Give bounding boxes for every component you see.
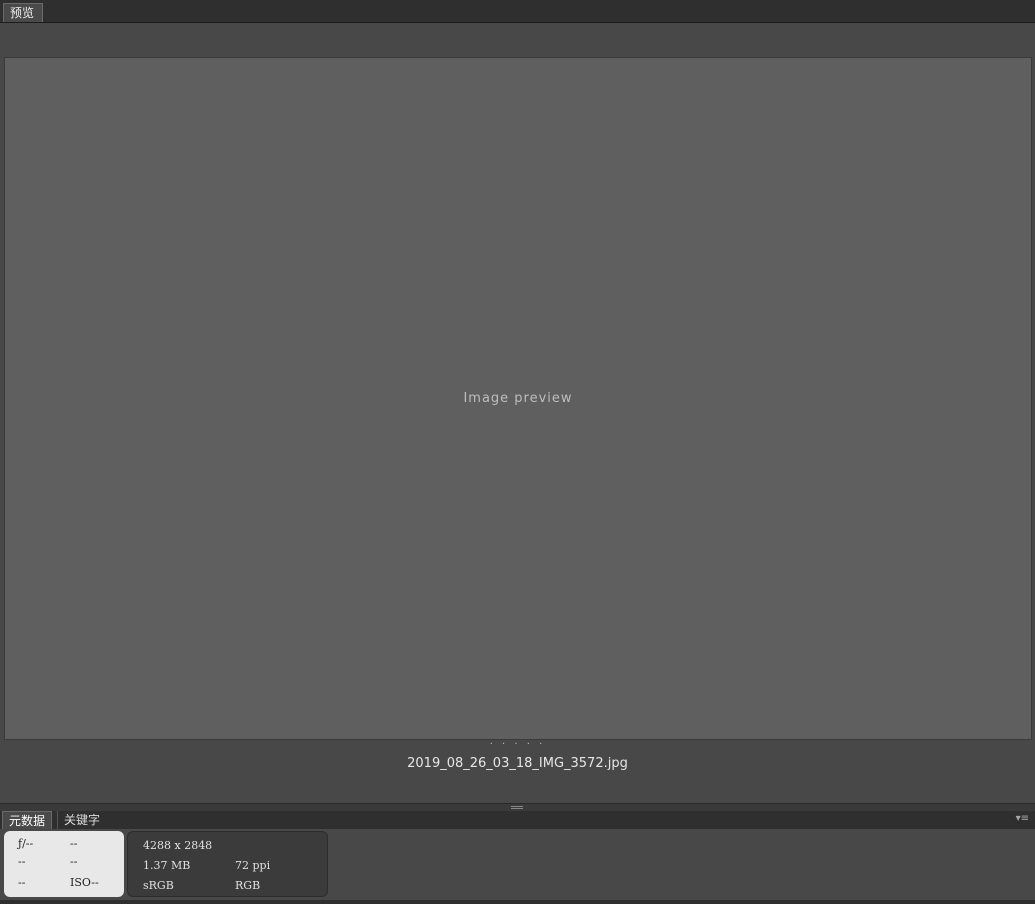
metadata-panel: ƒ/-- -- -- -- -- ISO-- 4288 x 2848 1.37 … [0,829,1035,900]
panel-tab-bar: 预览 [0,0,1035,23]
tab-preview[interactable]: 预览 [3,3,43,22]
metadata-tab-bar: 元数据 关键字 ▾≡ [0,811,1035,829]
exposure-comp-value: -- [18,855,26,868]
next-panel-edge [0,900,1035,904]
preview-placeholder-label: Image preview [463,391,573,406]
iso-value: ISO-- [70,876,99,889]
color-profile: sRGB [143,879,174,892]
preview-placeholder: Image preview [5,58,1031,739]
preview-area[interactable]: Image preview [4,57,1032,740]
filmstrip-dots: · · · · · [489,739,546,750]
file-size: 1.37 MB [143,859,191,872]
tab-metadata[interactable]: 元数据 [2,811,53,829]
preview-toolbar [0,23,1035,57]
shutter-value: -- [70,837,78,850]
color-mode: RGB [235,879,261,892]
tab-keywords[interactable]: 关键字 [57,811,106,829]
camera-settings-box: ƒ/-- -- -- -- -- ISO-- [4,831,124,897]
file-info-box: 4288 x 2848 1.37 MB 72 ppi sRGB RGB [127,831,328,897]
panel-menu-icon[interactable]: ▾≡ [1016,813,1029,824]
aperture-value: ƒ/-- [18,837,34,850]
white-balance-value: -- [18,876,26,889]
metering-value: -- [70,855,78,868]
grip-icon [511,806,523,809]
preview-filename: 2019_08_26_03_18_IMG_3572.jpg [407,756,628,771]
image-dimensions: 4288 x 2848 [143,839,213,852]
image-resolution: 72 ppi [235,859,271,872]
